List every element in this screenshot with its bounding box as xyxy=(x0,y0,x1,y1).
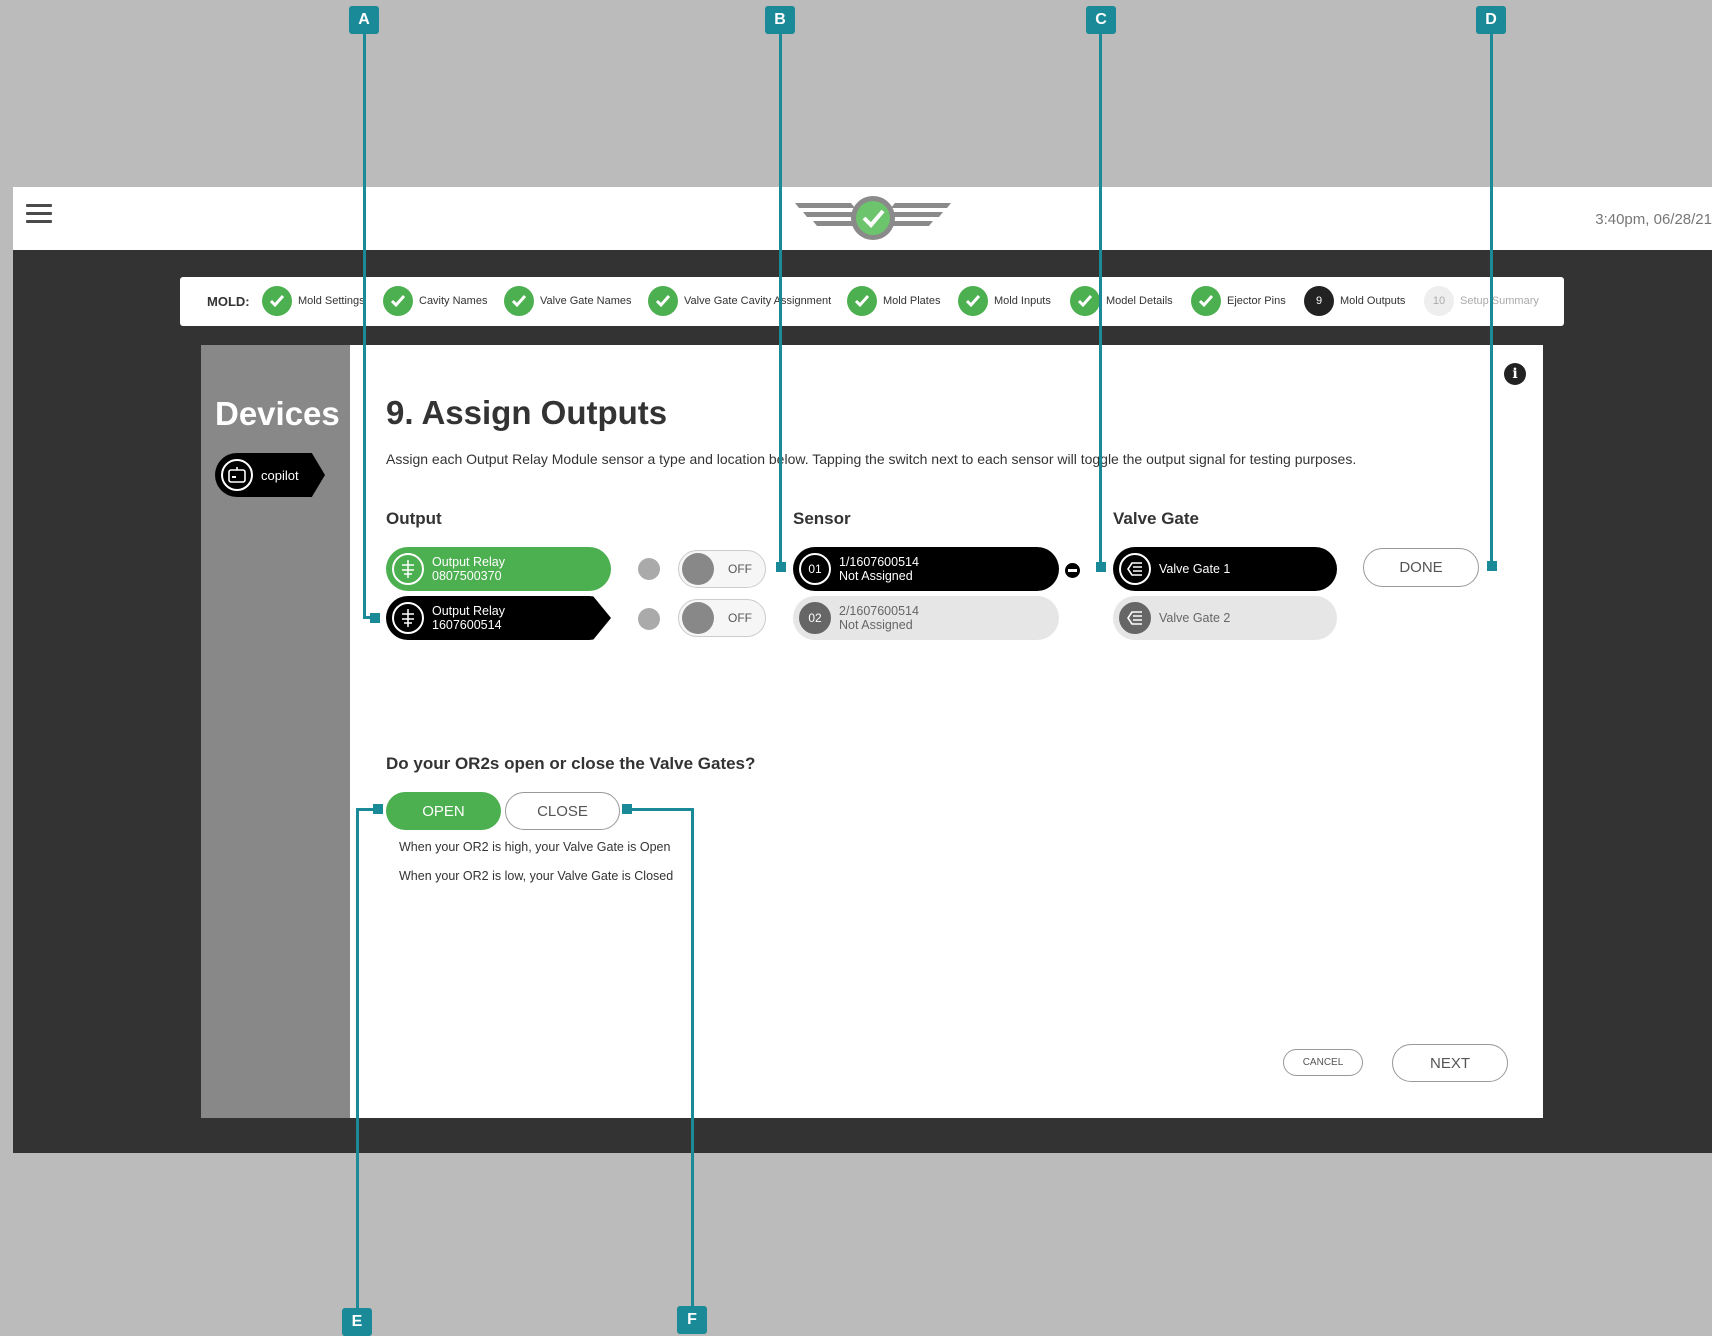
callout-label: F xyxy=(677,1306,707,1334)
check-icon xyxy=(1070,286,1100,316)
device-name: copilot xyxy=(261,467,299,483)
valve-gate-name: Valve Gate 1 xyxy=(1159,562,1231,576)
page-title: 9. Assign Outputs xyxy=(386,394,668,431)
remove-icon[interactable] xyxy=(1065,563,1080,578)
sensor-1[interactable]: 01 1/1607600514 Not Assigned xyxy=(793,547,1059,591)
close-button[interactable]: CLOSE xyxy=(505,792,620,830)
relay-name: Output Relay xyxy=(432,604,505,618)
valve-gate-column-header: Valve Gate xyxy=(1113,509,1200,528)
step-mold-inputs[interactable]: Mold Inputs xyxy=(958,286,1051,316)
devices-sidebar: Devices copilot xyxy=(201,345,350,1118)
open-button[interactable]: OPEN xyxy=(386,792,501,830)
step-model-details[interactable]: Model Details xyxy=(1070,286,1173,316)
open-close-question: Do your OR2s open or close the Valve Gat… xyxy=(386,754,756,773)
app-logo xyxy=(793,195,953,243)
callout-label: B xyxy=(765,6,795,34)
step-mold-plates[interactable]: Mold Plates xyxy=(847,286,940,316)
valve-gate-1[interactable]: Valve Gate 1 xyxy=(1113,547,1337,591)
output-relay-1[interactable]: Output Relay 0807500370 xyxy=(386,547,611,591)
valve-gate-2[interactable]: Valve Gate 2 xyxy=(1113,596,1337,640)
output-toggle-1[interactable]: OFF xyxy=(678,550,766,588)
callout-label: E xyxy=(342,1308,372,1336)
main-panel: Devices copilot i 9. Assign Outputs Assi… xyxy=(201,345,1543,1118)
sensor-id: 1/1607600514 xyxy=(839,555,919,569)
sensor-number: 01 xyxy=(799,553,831,585)
check-icon xyxy=(648,286,678,316)
sensor-status: Not Assigned xyxy=(839,569,913,583)
toggle-knob xyxy=(682,602,714,634)
sensor-id: 2/1607600514 xyxy=(839,604,919,618)
sensor-2[interactable]: 02 2/1607600514 Not Assigned xyxy=(793,596,1059,640)
check-icon xyxy=(1191,286,1221,316)
info-icon[interactable]: i xyxy=(1504,363,1526,385)
status-indicator xyxy=(638,558,660,580)
page-description: Assign each Output Relay Module sensor a… xyxy=(386,451,1357,467)
relay-icon xyxy=(392,553,424,585)
sensor-status: Not Assigned xyxy=(839,618,913,632)
step-valve-gate-cavity-assignment[interactable]: Valve Gate Cavity Assignment xyxy=(648,286,831,316)
valve-gate-icon xyxy=(1119,602,1151,634)
sensor-number: 02 xyxy=(799,602,831,634)
stepper-label: MOLD: xyxy=(207,294,250,309)
check-icon xyxy=(504,286,534,316)
setup-stepper: MOLD: Mold Settings Cavity Names Valve G… xyxy=(180,277,1564,326)
next-button[interactable]: NEXT xyxy=(1392,1044,1508,1082)
menu-icon[interactable] xyxy=(26,202,52,226)
output-relay-2[interactable]: Output Relay 1607600514 xyxy=(386,596,611,640)
done-button[interactable]: DONE xyxy=(1363,548,1479,587)
step-number: 10 xyxy=(1424,286,1454,316)
step-setup-summary[interactable]: 10 Setup Summary xyxy=(1424,286,1539,316)
timestamp: 3:40pm, 06/28/21 xyxy=(1595,211,1712,228)
output-column-header: Output xyxy=(386,509,442,528)
output-toggle-2[interactable]: OFF xyxy=(678,599,766,637)
check-icon xyxy=(383,286,413,316)
device-icon xyxy=(221,459,253,491)
relay-serial: 0807500370 xyxy=(432,569,502,583)
device-copilot[interactable]: copilot xyxy=(215,453,325,497)
step-number: 9 xyxy=(1304,286,1334,316)
valve-gate-name: Valve Gate 2 xyxy=(1159,611,1231,625)
callout-label: A xyxy=(349,6,379,34)
step-mold-settings[interactable]: Mold Settings xyxy=(262,286,365,316)
check-icon xyxy=(262,286,292,316)
top-bar: 3:40pm, 06/28/21 xyxy=(13,187,1712,250)
sensor-column-header: Sensor xyxy=(793,509,851,528)
relay-icon xyxy=(392,602,424,634)
callout-label: D xyxy=(1476,6,1506,34)
status-indicator xyxy=(638,608,660,630)
check-icon xyxy=(958,286,988,316)
relay-name: Output Relay xyxy=(432,555,505,569)
check-icon xyxy=(847,286,877,316)
relay-serial: 1607600514 xyxy=(432,618,502,632)
step-ejector-pins[interactable]: Ejector Pins xyxy=(1191,286,1286,316)
step-cavity-names[interactable]: Cavity Names xyxy=(383,286,487,316)
cancel-button[interactable]: CANCEL xyxy=(1283,1049,1363,1076)
hint-low: When your OR2 is low, your Valve Gate is… xyxy=(399,869,674,883)
valve-gate-icon xyxy=(1119,553,1151,585)
hint-high: When your OR2 is high, your Valve Gate i… xyxy=(399,840,671,854)
step-mold-outputs[interactable]: 9 Mold Outputs xyxy=(1304,286,1405,316)
devices-title: Devices xyxy=(215,395,340,432)
step-valve-gate-names[interactable]: Valve Gate Names xyxy=(504,286,632,316)
callout-label: C xyxy=(1086,6,1116,34)
toggle-knob xyxy=(682,553,714,585)
